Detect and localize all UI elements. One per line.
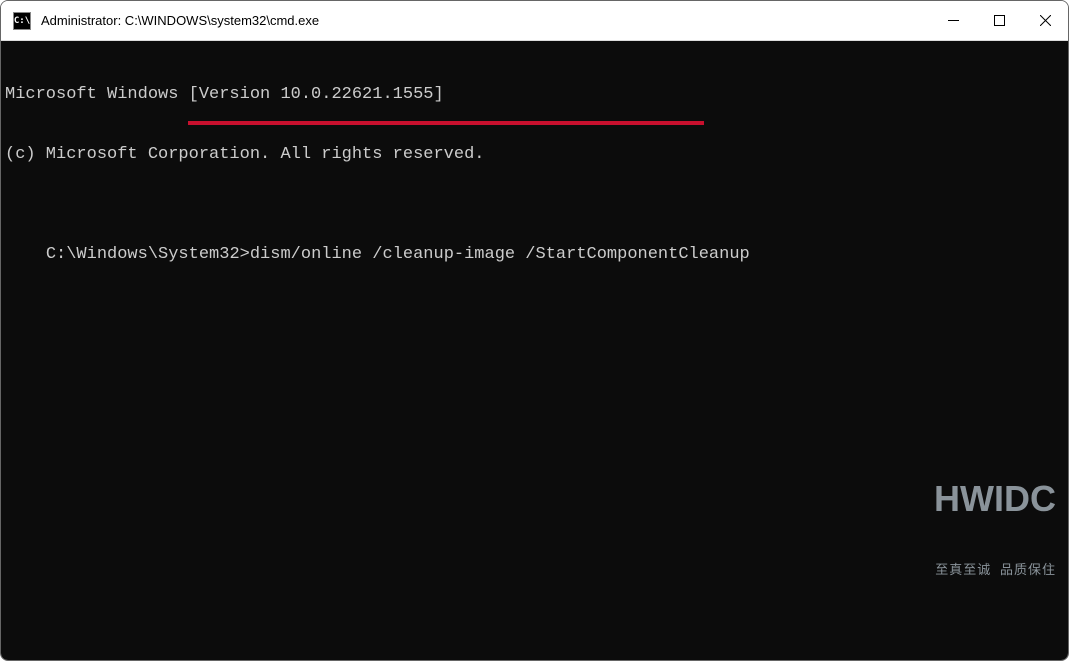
terminal-line-copyright: (c) Microsoft Corporation. All rights re…	[5, 145, 1064, 165]
minimize-icon	[948, 15, 959, 26]
watermark-main: HWIDC	[934, 478, 1056, 520]
titlebar[interactable]: C:\ Administrator: C:\WINDOWS\system32\c…	[1, 1, 1068, 41]
prompt-text: C:\Windows\System32>	[46, 245, 250, 264]
watermark: HWIDC 至真至诚 品质保住	[934, 438, 1056, 618]
maximize-icon	[994, 15, 1005, 26]
command-input[interactable]: dism/online /cleanup-image /StartCompone…	[250, 245, 750, 264]
minimize-button[interactable]	[930, 1, 976, 40]
terminal-line-version: Microsoft Windows [Version 10.0.22621.15…	[5, 85, 1064, 105]
window-title: Administrator: C:\WINDOWS\system32\cmd.e…	[41, 13, 930, 28]
prompt-line: C:\Windows\System32>dism/online /cleanup…	[46, 245, 750, 265]
close-button[interactable]	[1022, 1, 1068, 40]
command-underline-annotation	[188, 121, 704, 125]
terminal-area[interactable]: Microsoft Windows [Version 10.0.22621.15…	[1, 41, 1068, 660]
terminal-blank-line	[5, 205, 1064, 225]
maximize-button[interactable]	[976, 1, 1022, 40]
window-controls	[930, 1, 1068, 40]
watermark-sub: 至真至诚 品质保住	[934, 563, 1056, 578]
cmd-window: C:\ Administrator: C:\WINDOWS\system32\c…	[0, 0, 1069, 661]
cmd-icon: C:\	[13, 12, 31, 30]
close-icon	[1040, 15, 1051, 26]
